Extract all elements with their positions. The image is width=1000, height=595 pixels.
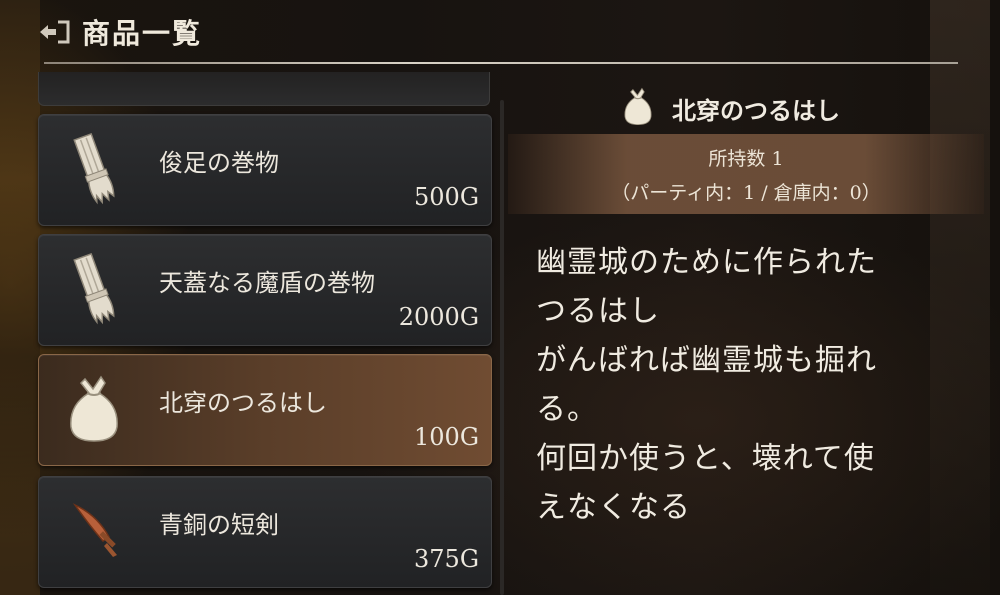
scroll-icon <box>63 249 125 327</box>
dagger-icon <box>63 491 125 569</box>
header-divider <box>44 62 958 64</box>
sack-icon <box>63 369 125 447</box>
description-line: がんばれば幽霊城も掘れ <box>536 343 877 378</box>
list-item-partial[interactable] <box>38 72 490 106</box>
item-price: 100G <box>414 423 479 451</box>
description-line: 幽霊城のために作られた <box>536 245 877 280</box>
page-title: 商品一覧 <box>82 17 203 50</box>
sack-icon <box>618 84 658 132</box>
description-line: つるはし <box>536 294 660 329</box>
list-scrollbar[interactable] <box>500 100 504 595</box>
back-arrow-icon[interactable] <box>38 17 72 47</box>
item-price: 500G <box>414 183 479 211</box>
list-item-selected[interactable]: 北穿のつるはし 100G <box>38 354 492 466</box>
list-item[interactable]: 俊足の巻物 500G <box>38 114 492 226</box>
item-name: 俊足の巻物 <box>159 149 279 177</box>
detail-header: 北穿のつるはし <box>618 86 840 130</box>
list-item[interactable]: 青銅の短剣 375G <box>38 476 492 588</box>
detail-item-name: 北穿のつるはし <box>672 95 840 125</box>
header: 商品一覧 <box>38 12 202 52</box>
owned-count: 所持数 1 <box>708 148 784 170</box>
item-name: 青銅の短剣 <box>159 511 279 539</box>
owned-breakdown: （パーティ内：1 / 倉庫内：0） <box>611 182 881 204</box>
description-line: 何回か使うと、壊れて使 <box>536 441 875 476</box>
owned-info-band: 所持数 1 （パーティ内：1 / 倉庫内：0） <box>508 134 984 214</box>
item-name: 天蓋なる魔盾の巻物 <box>159 269 375 297</box>
list-item[interactable]: 天蓋なる魔盾の巻物 2000G <box>38 234 492 346</box>
background-bookshelf <box>0 0 40 595</box>
item-price: 375G <box>414 545 479 573</box>
item-name: 北穿のつるはし <box>159 389 327 417</box>
scroll-icon <box>63 129 125 207</box>
description-line: る。 <box>536 392 598 427</box>
description-line: えなくなる <box>536 490 691 525</box>
background-frame <box>930 0 990 595</box>
item-price: 2000G <box>398 303 479 331</box>
item-description: 幽霊城のために作られた つるはし がんばれば幽霊城も掘れ る。 何回か使うと、壊… <box>536 238 936 532</box>
